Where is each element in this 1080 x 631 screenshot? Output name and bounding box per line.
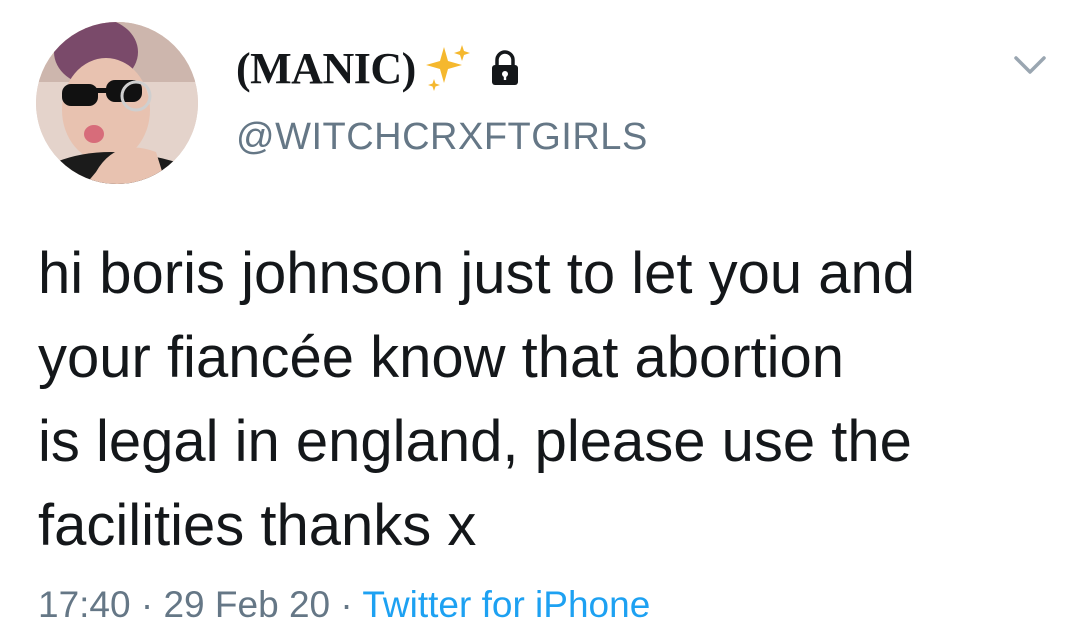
tweet-time[interactable]: 17:40	[38, 584, 131, 625]
tweet-date[interactable]: 29 Feb 20	[163, 584, 330, 625]
avatar-image	[36, 22, 198, 184]
display-name-row: (MANIC)	[236, 38, 648, 98]
tweet-source-link[interactable]: Twitter for iPhone	[362, 584, 650, 625]
display-name[interactable]: (MANIC)	[236, 43, 416, 94]
meta-separator: ·	[340, 584, 353, 625]
lock-icon	[488, 48, 522, 88]
chevron-down-icon[interactable]	[1010, 50, 1050, 80]
meta-separator: ·	[140, 584, 154, 625]
tweet-meta: 17:40 · 29 Feb 20 · Twitter for iPhone	[38, 584, 650, 626]
tweet-card: (MANIC) @WITCHCRXFTGIRLS hi boris johnso…	[0, 0, 1080, 631]
avatar[interactable]	[36, 22, 198, 184]
sparkles-icon	[422, 43, 472, 93]
tweet-header: (MANIC) @WITCHCRXFTGIRLS	[236, 38, 648, 159]
user-handle[interactable]: @WITCHCRXFTGIRLS	[236, 116, 648, 159]
tweet-text: hi boris johnson just to let you and you…	[38, 241, 915, 558]
